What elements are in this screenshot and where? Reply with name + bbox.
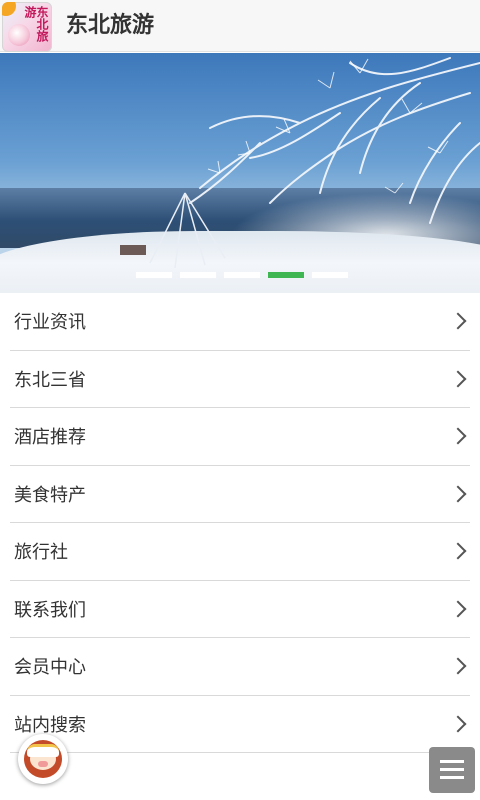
carousel-dot[interactable] bbox=[180, 272, 216, 278]
carousel-indicators bbox=[136, 272, 348, 278]
chevron-right-icon bbox=[449, 600, 467, 617]
avatar-nose bbox=[38, 761, 48, 767]
menu-item-site-search[interactable]: 站内搜索 bbox=[10, 696, 470, 753]
frosted-tree-graphic bbox=[120, 57, 480, 269]
carousel-dot[interactable] bbox=[312, 272, 348, 278]
chevron-right-icon bbox=[449, 542, 467, 560]
banner-carousel[interactable] bbox=[0, 53, 480, 293]
menu-item-label: 联系我们 bbox=[14, 599, 86, 621]
logo-badge bbox=[2, 2, 16, 16]
menu-item-label: 站内搜索 bbox=[14, 714, 86, 736]
chevron-right-icon bbox=[449, 485, 467, 502]
menu-item-label: 酒店推荐 bbox=[14, 427, 86, 448]
menu-item-food[interactable]: 美食特产 bbox=[10, 466, 470, 523]
app-logo[interactable]: 东北旅游 bbox=[2, 2, 52, 52]
hamburger-menu-icon bbox=[440, 768, 464, 771]
chevron-right-icon bbox=[449, 370, 467, 387]
chevron-right-icon bbox=[449, 312, 467, 330]
category-menu: 行业资讯 东北三省 酒店推荐 美食特产 旅行社 联系我们 会员中心 站内搜索 bbox=[10, 293, 470, 753]
menu-item-label: 旅行社 bbox=[14, 542, 68, 563]
menu-item-label: 行业资讯 bbox=[14, 312, 86, 333]
menu-item-label: 美食特产 bbox=[14, 484, 86, 506]
blossom-graphic bbox=[8, 24, 30, 46]
chat-avatar-button[interactable] bbox=[18, 734, 68, 784]
carousel-dot[interactable] bbox=[136, 272, 172, 278]
menu-item-contact[interactable]: 联系我们 bbox=[10, 581, 470, 638]
chevron-right-icon bbox=[449, 427, 467, 445]
app-header: 东北旅游 东北旅游 bbox=[0, 0, 480, 52]
chevron-right-icon bbox=[449, 657, 467, 675]
hamburger-menu-button[interactable] bbox=[429, 747, 475, 793]
avatar-hat bbox=[27, 744, 59, 757]
menu-item-label: 东北三省 bbox=[14, 369, 86, 391]
menu-item-member-center[interactable]: 会员中心 bbox=[10, 638, 470, 696]
hamburger-menu-icon bbox=[440, 760, 464, 763]
menu-item-travel-agency[interactable]: 旅行社 bbox=[10, 523, 470, 581]
menu-item-three-provinces[interactable]: 东北三省 bbox=[10, 351, 470, 408]
menu-item-hotels[interactable]: 酒店推荐 bbox=[10, 408, 470, 466]
chevron-right-icon bbox=[449, 715, 467, 732]
app-title: 东北旅游 bbox=[66, 13, 155, 38]
menu-item-label: 会员中心 bbox=[14, 657, 86, 678]
menu-item-industry-news[interactable]: 行业资讯 bbox=[10, 293, 470, 351]
carousel-dot-active[interactable] bbox=[268, 272, 304, 278]
carousel-dot[interactable] bbox=[224, 272, 260, 278]
logo-text: 东北旅游 bbox=[23, 6, 49, 42]
hamburger-menu-icon bbox=[440, 776, 464, 779]
